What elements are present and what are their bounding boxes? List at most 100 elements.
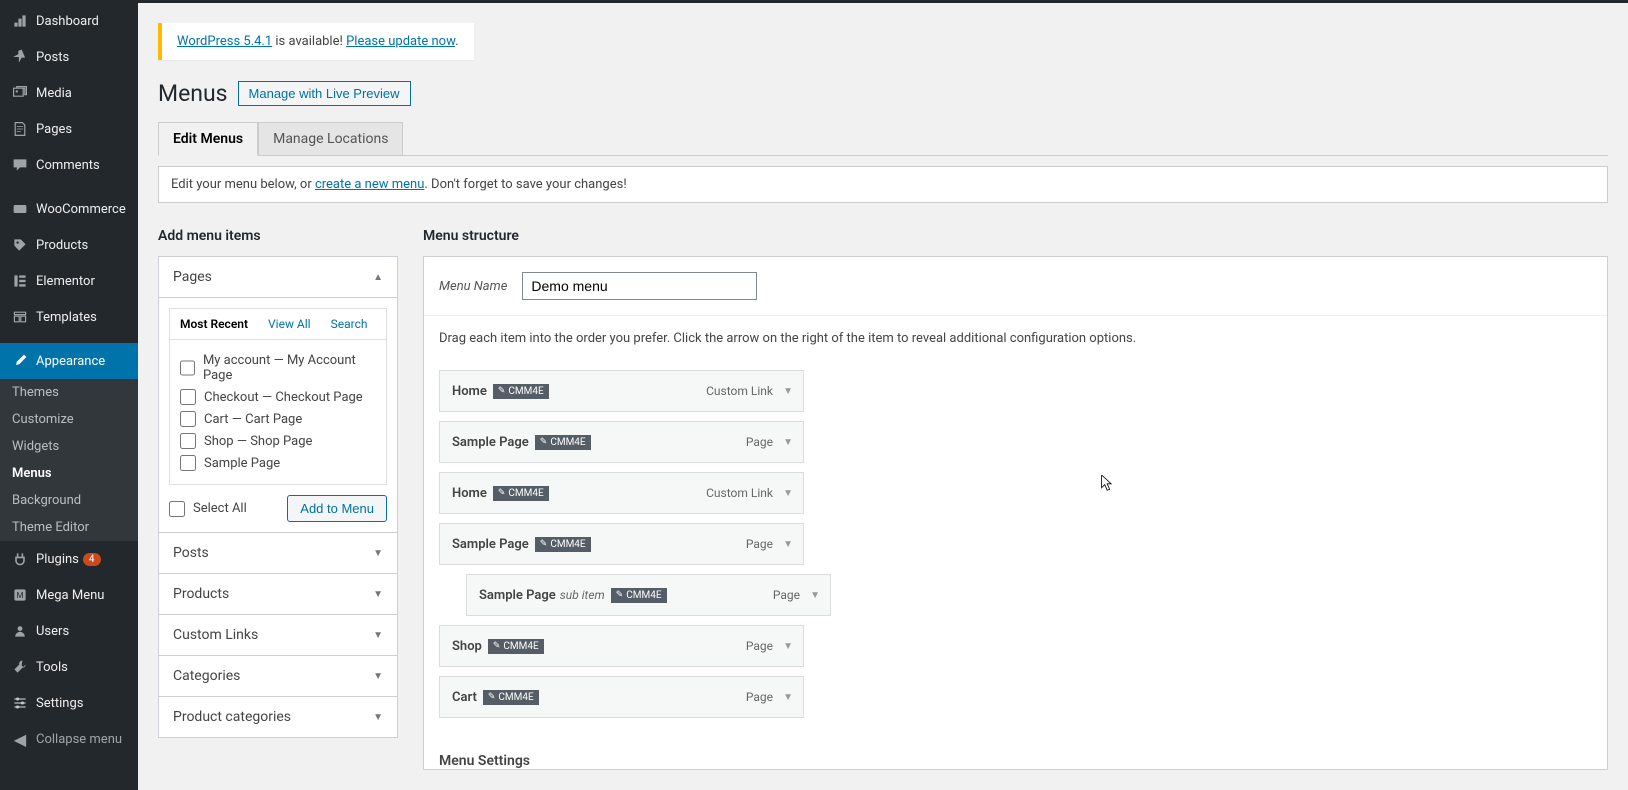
page-checkbox[interactable] bbox=[180, 360, 195, 376]
update-now-link[interactable]: Please update now bbox=[346, 34, 455, 49]
sidebar-item-posts[interactable]: Posts bbox=[0, 39, 138, 75]
chevron-down-icon[interactable]: ▼ bbox=[783, 641, 793, 652]
page-checkbox[interactable] bbox=[180, 433, 196, 449]
cmm4e-badge[interactable]: CMM4E bbox=[488, 639, 544, 654]
sidebar-item-tools[interactable]: Tools bbox=[0, 649, 138, 685]
live-preview-button[interactable]: Manage with Live Preview bbox=[238, 81, 411, 106]
woo-icon bbox=[10, 199, 30, 219]
select-all-checkbox[interactable] bbox=[169, 501, 185, 517]
cmm4e-badge[interactable]: CMM4E bbox=[493, 486, 549, 501]
page-check-label: Shop — Shop Page bbox=[204, 434, 312, 449]
create-new-menu-link[interactable]: create a new menu bbox=[315, 177, 424, 192]
menu-item-title: Shop bbox=[452, 639, 482, 654]
sidebar-item-woocommerce[interactable]: WooCommerce bbox=[0, 191, 138, 227]
sidebar-item-appearance[interactable]: Appearance bbox=[0, 343, 138, 379]
comments-icon bbox=[10, 155, 30, 175]
sidebar-sub-customize[interactable]: Customize bbox=[0, 406, 138, 433]
sidebar-item-products[interactable]: Products bbox=[0, 227, 138, 263]
caret-down-icon: ▼ bbox=[373, 712, 383, 723]
chevron-down-icon[interactable]: ▼ bbox=[783, 488, 793, 499]
sidebar-item-elementor[interactable]: Elementor bbox=[0, 263, 138, 299]
accordion-product-categories[interactable]: Product categories▼ bbox=[159, 696, 397, 737]
sidebar-sub-widgets[interactable]: Widgets bbox=[0, 433, 138, 460]
accordion-posts[interactable]: Posts▼ bbox=[159, 533, 397, 573]
sidebar-item-label: Templates bbox=[36, 310, 97, 325]
sidebar-item-mega-menu[interactable]: MMega Menu bbox=[0, 577, 138, 613]
menu-item[interactable]: Sample PageCMM4EPage▼ bbox=[439, 421, 804, 463]
caret-down-icon: ▼ bbox=[373, 671, 383, 682]
page-checkbox[interactable] bbox=[180, 411, 196, 427]
page-check-item[interactable]: My account — My Account Page bbox=[180, 350, 376, 386]
sidebar-item-pages[interactable]: Pages bbox=[0, 111, 138, 147]
caret-up-icon: ▲ bbox=[373, 272, 383, 283]
info-bar: Edit your menu below, or create a new me… bbox=[158, 166, 1608, 203]
ptab-search[interactable]: Search bbox=[321, 309, 378, 339]
cmm4e-badge[interactable]: CMM4E bbox=[535, 435, 591, 450]
sidebar-sub-themes[interactable]: Themes bbox=[0, 379, 138, 406]
sidebar-item-settings[interactable]: Settings bbox=[0, 685, 138, 721]
sidebar-item-comments[interactable]: Comments bbox=[0, 147, 138, 183]
sidebar-item-label: Settings bbox=[36, 696, 83, 711]
menu-item-type: Page bbox=[746, 639, 773, 653]
chevron-down-icon[interactable]: ▼ bbox=[783, 437, 793, 448]
menu-item-title: Cart bbox=[452, 690, 477, 705]
sidebar-item-media[interactable]: Media bbox=[0, 75, 138, 111]
sidebar-item-plugins[interactable]: Plugins4 bbox=[0, 541, 138, 577]
cmm4e-badge[interactable]: CMM4E bbox=[611, 588, 667, 603]
page-title: Menus bbox=[158, 80, 228, 107]
menu-item[interactable]: CartCMM4EPage▼ bbox=[439, 676, 804, 718]
ptab-recent[interactable]: Most Recent bbox=[170, 309, 258, 339]
menu-item-type: Page bbox=[746, 435, 773, 449]
menu-item-type: Custom Link bbox=[706, 486, 773, 500]
page-check-item[interactable]: Sample Page bbox=[180, 452, 376, 474]
page-check-label: Checkout — Checkout Page bbox=[204, 390, 363, 405]
sidebar-sub-menus[interactable]: Menus bbox=[0, 460, 138, 487]
menu-item[interactable]: HomeCMM4ECustom Link▼ bbox=[439, 370, 804, 412]
select-all[interactable]: Select All bbox=[169, 501, 247, 517]
sidebar-item-templates[interactable]: Templates bbox=[0, 299, 138, 335]
menu-item[interactable]: HomeCMM4ECustom Link▼ bbox=[439, 472, 804, 514]
collapse-icon: ◀ bbox=[10, 729, 30, 749]
cmm4e-badge[interactable]: CMM4E bbox=[483, 690, 539, 705]
pages-accordion-head[interactable]: Pages ▲ bbox=[159, 257, 397, 297]
menu-item[interactable]: Sample Pagesub itemCMM4EPage▼ bbox=[466, 574, 831, 616]
chevron-down-icon[interactable]: ▼ bbox=[783, 539, 793, 550]
caret-down-icon: ▼ bbox=[373, 548, 383, 559]
chevron-down-icon[interactable]: ▼ bbox=[783, 692, 793, 703]
sidebar-item-dashboard[interactable]: Dashboard bbox=[0, 3, 138, 39]
accordion-products[interactable]: Products▼ bbox=[159, 573, 397, 614]
ptab-viewall[interactable]: View All bbox=[258, 309, 321, 339]
page-check-label: My account — My Account Page bbox=[203, 353, 376, 383]
accordion-custom-links[interactable]: Custom Links▼ bbox=[159, 614, 397, 655]
chevron-down-icon[interactable]: ▼ bbox=[783, 386, 793, 397]
chevron-down-icon[interactable]: ▼ bbox=[810, 590, 820, 601]
page-check-item[interactable]: Shop — Shop Page bbox=[180, 430, 376, 452]
menu-item-title: Sample Page bbox=[452, 537, 529, 552]
tab-manage-locations[interactable]: Manage Locations bbox=[258, 122, 403, 155]
collapse-menu[interactable]: ◀ Collapse menu bbox=[0, 721, 138, 757]
menu-settings-heading: Menu Settings bbox=[424, 738, 1607, 769]
page-checkbox[interactable] bbox=[180, 389, 196, 405]
sidebar-sub-theme-editor[interactable]: Theme Editor bbox=[0, 514, 138, 541]
add-to-menu-button[interactable]: Add to Menu bbox=[287, 495, 387, 522]
sidebar-item-label: WooCommerce bbox=[36, 202, 126, 217]
wp-version-link[interactable]: WordPress 5.4.1 bbox=[177, 34, 272, 49]
cmm4e-badge[interactable]: CMM4E bbox=[535, 537, 591, 552]
page-check-item[interactable]: Cart — Cart Page bbox=[180, 408, 376, 430]
tab-edit-menus[interactable]: Edit Menus bbox=[158, 122, 258, 156]
sidebar-sub-background[interactable]: Background bbox=[0, 487, 138, 514]
accordion-categories[interactable]: Categories▼ bbox=[159, 655, 397, 696]
menu-item[interactable]: Shop CMM4E Page ▼ bbox=[439, 625, 804, 667]
sidebar-item-users[interactable]: Users bbox=[0, 613, 138, 649]
menu-item[interactable]: Sample PageCMM4EPage▼ bbox=[439, 523, 804, 565]
add-menu-items-column: Add menu items Pages ▲ Most Recent View … bbox=[158, 228, 398, 738]
page-check-item[interactable]: Checkout — Checkout Page bbox=[180, 386, 376, 408]
admin-sidebar: DashboardPostsMediaPagesComments WooComme… bbox=[0, 3, 138, 790]
main-content: WordPress 5.4.1 is available! Please upd… bbox=[138, 3, 1628, 790]
menu-name-input[interactable] bbox=[522, 272, 757, 300]
mega-icon: M bbox=[10, 585, 30, 605]
settings-icon bbox=[10, 693, 30, 713]
page-checkbox[interactable] bbox=[180, 455, 196, 471]
cmm4e-badge[interactable]: CMM4E bbox=[493, 384, 549, 399]
sidebar-item-label: Tools bbox=[36, 660, 68, 675]
